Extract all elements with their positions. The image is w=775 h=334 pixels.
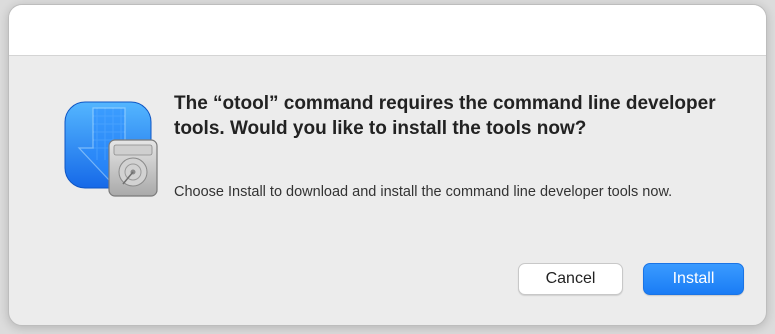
cancel-button[interactable]: Cancel — [518, 263, 623, 295]
developer-tools-installer-icon — [59, 94, 169, 204]
install-button[interactable]: Install — [643, 263, 744, 295]
install-tools-dialog: The “otool” command requires the command… — [8, 4, 767, 326]
dialog-title: The “otool” command requires the command… — [174, 93, 716, 139]
dialog-message: Choose Install to download and install t… — [174, 184, 673, 200]
dialog-titlebar — [9, 5, 766, 56]
